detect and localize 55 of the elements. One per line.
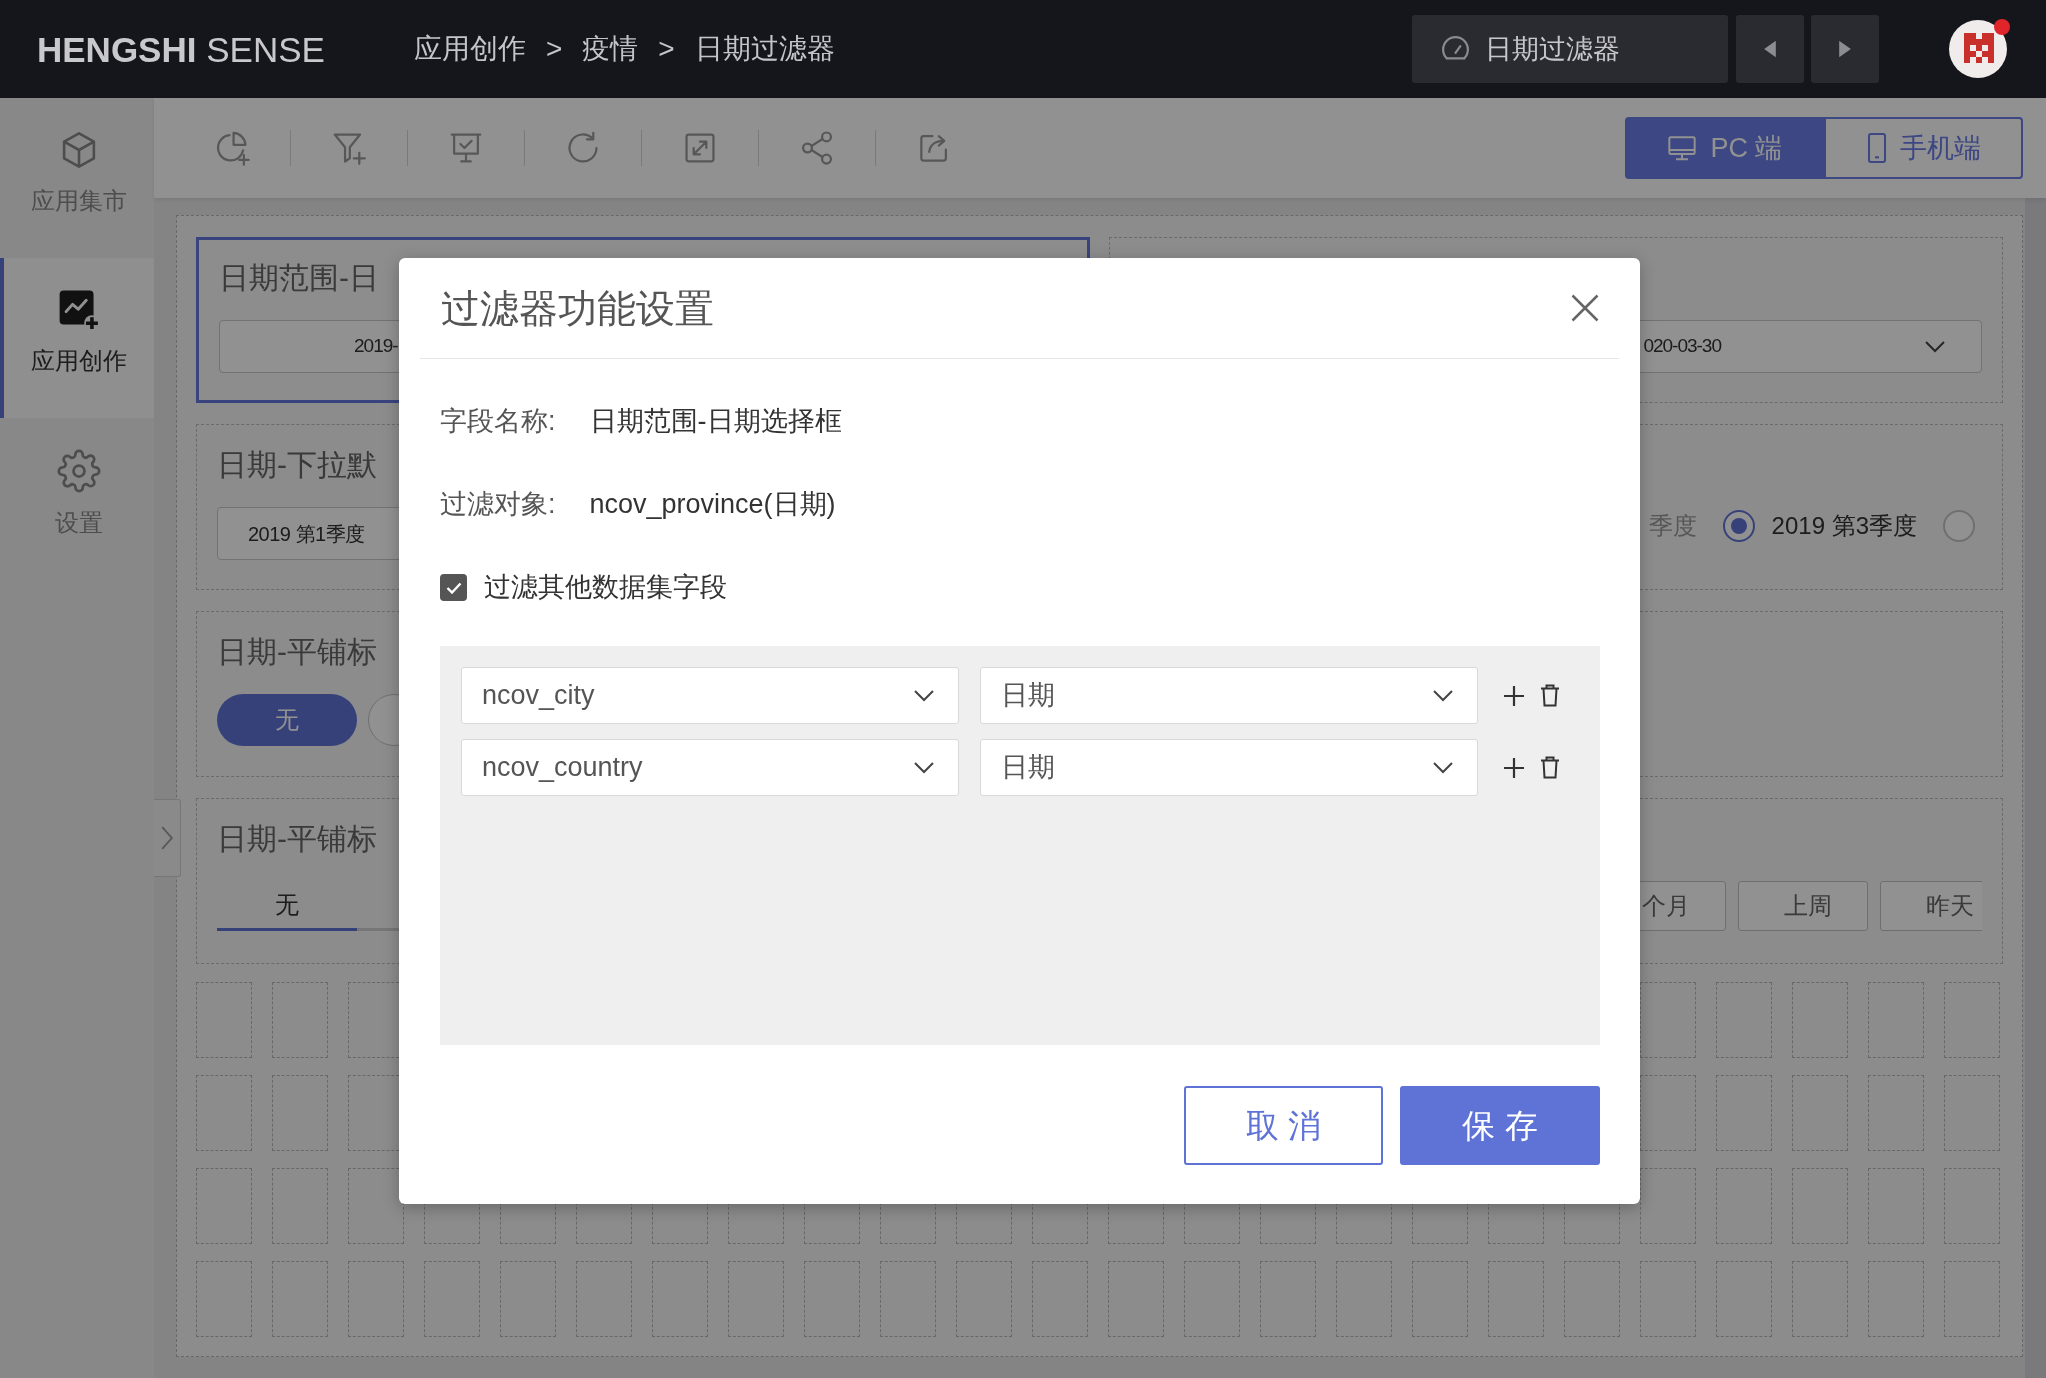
add-icon[interactable] (1502, 683, 1526, 708)
widget-title: 日期范围-日 (219, 260, 379, 296)
filter-pill[interactable]: 无 (217, 694, 357, 746)
radio-label: 2019 第3季度 (1771, 513, 1917, 538)
delete-icon[interactable] (1539, 683, 1561, 708)
logo-text: HENGSHI SENSE (37, 31, 325, 67)
sidebar-item[interactable]: 应用创作 (0, 258, 154, 418)
breadcrumb-separator: > (546, 35, 563, 63)
widget-title: 日期-平铺标 (217, 821, 377, 857)
delete-icon[interactable] (1539, 755, 1561, 780)
field-value: 日期范围-日期选择框 (589, 408, 842, 435)
checkbox[interactable] (440, 574, 467, 601)
cancel-button[interactable]: 取 消 (1184, 1086, 1383, 1165)
breadcrumb-separator: > (658, 35, 675, 63)
close-icon[interactable] (1570, 293, 1600, 323)
breadcrumb-item[interactable]: 应用创作 (414, 35, 526, 63)
chevron-right-icon (161, 826, 173, 850)
previous-button[interactable] (1736, 15, 1804, 83)
checkmark-icon (445, 581, 462, 594)
dataset-select[interactable]: ncov_country (461, 739, 959, 796)
add-icon[interactable] (1502, 755, 1526, 780)
filter-tab[interactable]: 无 (217, 881, 357, 931)
chevron-down-icon (1433, 761, 1453, 774)
chevron-down-icon (1433, 689, 1453, 702)
dashboard-selector[interactable]: 日期过滤器 (1412, 15, 1728, 83)
period-button[interactable]: 上周 (1738, 881, 1868, 931)
dialog-title: 过滤器功能设置 (441, 288, 714, 328)
widget-title: 日期-平铺标 (217, 634, 377, 670)
chevron-down-icon (914, 761, 934, 774)
view-toggle[interactable]: PC 端 (1625, 117, 1824, 179)
caret-right-icon (1838, 39, 1852, 59)
field-label: 过滤对象: (440, 491, 556, 518)
field-label: 字段名称: (440, 408, 556, 435)
breadcrumb-item[interactable]: 疫情 (582, 35, 639, 63)
checkbox-label: 过滤其他数据集字段 (484, 574, 727, 601)
phone-icon (1866, 132, 1888, 164)
caret-left-icon (1763, 39, 1777, 59)
collapse-handle[interactable] (154, 799, 181, 877)
chevron-down-icon (1925, 340, 1945, 353)
period-button[interactable]: 昨天 (1880, 881, 1982, 931)
radio-button[interactable] (1722, 509, 1755, 542)
avatar-icon[interactable] (1949, 20, 2007, 78)
gear-icon (57, 449, 101, 493)
chart-plus-icon (58, 289, 100, 331)
dataset-select[interactable]: ncov_city (461, 667, 959, 724)
save-button[interactable]: 保 存 (1400, 1086, 1600, 1165)
field-select[interactable]: 日期 (980, 739, 1478, 796)
next-button[interactable] (1811, 15, 1879, 83)
field-select[interactable]: 日期 (980, 667, 1478, 724)
radio-button[interactable] (1943, 509, 1975, 542)
widget-title: 日期-下拉默 (217, 447, 377, 483)
field-value: ncov_province(日期) (589, 491, 836, 518)
breadcrumb-item: 日期过滤器 (694, 35, 835, 63)
chevron-down-icon (914, 689, 934, 702)
view-toggle[interactable]: 手机端 (1824, 117, 2023, 179)
